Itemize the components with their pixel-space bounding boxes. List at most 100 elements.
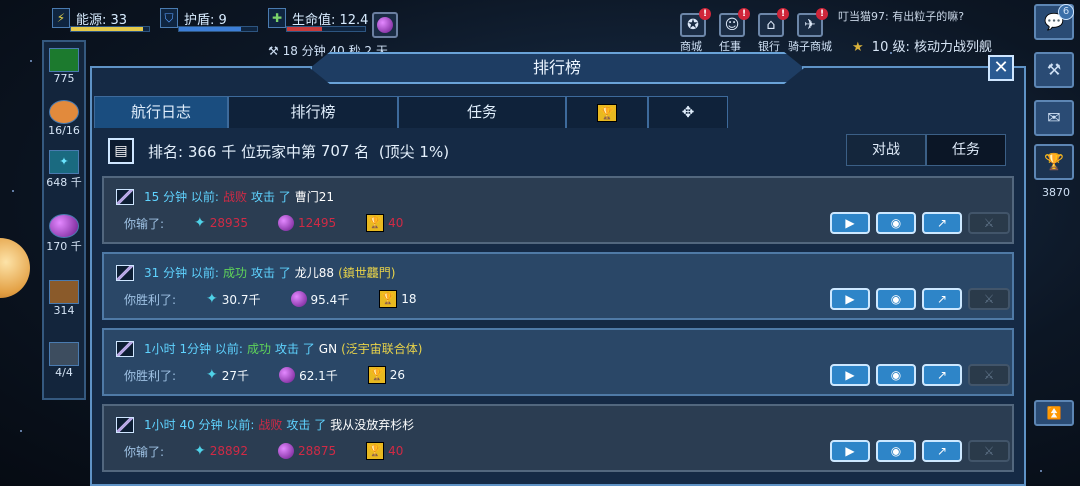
share-icon: ↗ [936, 444, 948, 458]
energy-readout: ⚡ 能源: 33 [52, 8, 127, 28]
crystal-icon: ✦ [49, 150, 79, 174]
battle-log-row: 1小时 1分钟 以前: 成功 攻击 了 GN (泛宇宙联合体) 你胜利了: ✦ … [102, 328, 1014, 396]
tab-trophy[interactable]: 🏆 [566, 96, 648, 128]
level-readout: ★ 10 级: 核动力战列舰 [852, 40, 992, 55]
trophy-button[interactable]: 🏆 [1034, 144, 1074, 180]
swords-icon [116, 416, 134, 433]
crate-resource[interactable]: 314 [44, 280, 84, 317]
gas-resource[interactable]: 170 千 [44, 214, 84, 254]
health-readout: ✚ 生命值: 12.4 [268, 8, 368, 28]
filter-missions[interactable]: 任务 [926, 134, 1006, 166]
trophy-icon: 🏆 [597, 103, 617, 122]
sword-icon: ⚔ [983, 368, 995, 382]
mail-button[interactable]: ✉ [1034, 100, 1074, 136]
sword-icon: ⚔ [983, 216, 995, 230]
sword-icon: ⚔ [983, 444, 995, 458]
replay-button[interactable]: ▶ [830, 364, 870, 386]
share-button[interactable]: ↗ [922, 364, 962, 386]
wrench-icon: ⚒ [268, 44, 279, 58]
gas-orb-icon [290, 291, 307, 307]
share-button[interactable]: ↗ [922, 212, 962, 234]
mail-icon: ✉ [1047, 108, 1061, 127]
trophy-icon: 🏆 [367, 366, 386, 384]
trophy-icon: 🏆 [366, 214, 385, 232]
revenge-button[interactable]: ⚔ [968, 440, 1010, 462]
chat-button[interactable]: 💬 6 [1034, 4, 1074, 40]
resource-sidebar: 775 16/16 ✦ 648 千 170 千 314 4/4 [42, 40, 86, 400]
cash-resource[interactable]: 775 [44, 48, 84, 85]
rank-summary: ▤ 排名: 366 千 位玩家中第 707 名 (顶尖 1%) [108, 138, 449, 164]
planet-graphic [0, 238, 30, 298]
sword-icon: ⚔ [983, 292, 995, 306]
bank-button[interactable]: ⌂ ! [758, 8, 789, 37]
document-icon[interactable]: ▤ [108, 138, 134, 164]
eye-icon: ◉ [890, 444, 902, 458]
share-button[interactable]: ↗ [922, 440, 962, 462]
view-button[interactable]: ◉ [876, 288, 916, 310]
tank-icon [49, 342, 79, 366]
camera-icon: ▶ [845, 292, 855, 306]
notification-badge: ! [699, 8, 711, 20]
view-button[interactable]: ◉ [876, 364, 916, 386]
crystal-resource[interactable]: ✦ 648 千 [44, 150, 84, 190]
shield-bar [178, 26, 258, 32]
tank-resource[interactable]: 4/4 [44, 342, 84, 379]
gas-orb-icon [277, 215, 294, 231]
crew-resource[interactable]: 16/16 [44, 100, 84, 137]
crystal-icon: ✦ [206, 291, 218, 307]
opponent-name[interactable]: 我从没放弃杉杉 [330, 416, 414, 433]
crate-icon [49, 280, 79, 304]
revenge-button[interactable]: ⚔ [968, 212, 1010, 234]
chat-preview[interactable]: 叮当猫97: 有出粒子的嘛? [838, 8, 964, 24]
close-button[interactable]: ✕ [988, 55, 1014, 81]
revenge-button[interactable]: ⚔ [968, 364, 1010, 386]
gas-orb-icon [49, 214, 79, 238]
replay-button[interactable]: ▶ [830, 440, 870, 462]
health-label: 生命值: 12.4 [292, 12, 369, 28]
gas-orb-icon [277, 443, 294, 459]
eye-icon: ◉ [890, 368, 902, 382]
shield-icon: ⛉ [160, 8, 178, 28]
tab-missions[interactable]: 任务 [398, 96, 566, 128]
trophy-value: 3870 [1042, 186, 1070, 199]
notification-badge: ! [816, 8, 828, 20]
hammer-icon: ⚒ [1046, 60, 1062, 79]
eye-icon: ◉ [890, 292, 902, 306]
notification-badge: ! [738, 8, 750, 20]
shield-label: 护盾: 9 [184, 12, 227, 28]
leaderboard-panel: 航行日志 排行榜 任务 🏆 ✥ ▤ 排名: 366 千 位玩家中第 707 名 … [90, 66, 1026, 486]
replay-button[interactable]: ▶ [830, 288, 870, 310]
top-hud: ⚡ 能源: 33 ⛉ 护盾: 9 ✚ 生命值: 12.4 ⚒ 18 分钟 40 … [0, 0, 1080, 58]
share-button[interactable]: ↗ [922, 288, 962, 310]
notification-badge: ! [777, 8, 789, 20]
tab-leaderboard[interactable]: 排行榜 [228, 96, 398, 128]
filter-battle[interactable]: 对战 [846, 134, 926, 166]
crystal-icon: ✦ [206, 367, 218, 383]
events-button[interactable]: ☺ ! [719, 8, 750, 37]
tab-log[interactable]: 航行日志 [94, 96, 228, 128]
revenge-button[interactable]: ⚔ [968, 288, 1010, 310]
share-icon: ↗ [936, 216, 948, 230]
share-icon: ↗ [936, 368, 948, 382]
panel-title: 排行榜 [310, 52, 804, 84]
battle-log-row: 1小时 40 分钟 以前: 战败 攻击 了 我从没放弃杉杉 你输了: ✦ 288… [102, 404, 1014, 472]
health-bar [286, 26, 366, 32]
gas-orb-button[interactable] [372, 12, 398, 38]
shop-button[interactable]: ✪ ! [680, 8, 711, 37]
opponent-name[interactable]: GN [319, 342, 337, 356]
smiley-icon: ☺ [724, 17, 740, 33]
rank-up-button[interactable]: ⏫ [1034, 400, 1074, 426]
view-button[interactable]: ◉ [876, 440, 916, 462]
shield-readout: ⛉ 护盾: 9 [160, 8, 227, 28]
opponent-name[interactable]: 龙儿88 [295, 264, 334, 281]
view-button[interactable]: ◉ [876, 212, 916, 234]
swords-icon [116, 188, 134, 205]
camera-icon: ▶ [845, 368, 855, 382]
health-icon: ✚ [268, 8, 286, 28]
bank-label: 银行 [758, 40, 780, 53]
tab-targets[interactable]: ✥ [648, 96, 728, 128]
opponent-name[interactable]: 曹门21 [295, 188, 334, 205]
tools-button[interactable]: ⚒ [1034, 52, 1074, 88]
pilot-shop-button[interactable]: ✈ ! [797, 8, 828, 37]
replay-button[interactable]: ▶ [830, 212, 870, 234]
